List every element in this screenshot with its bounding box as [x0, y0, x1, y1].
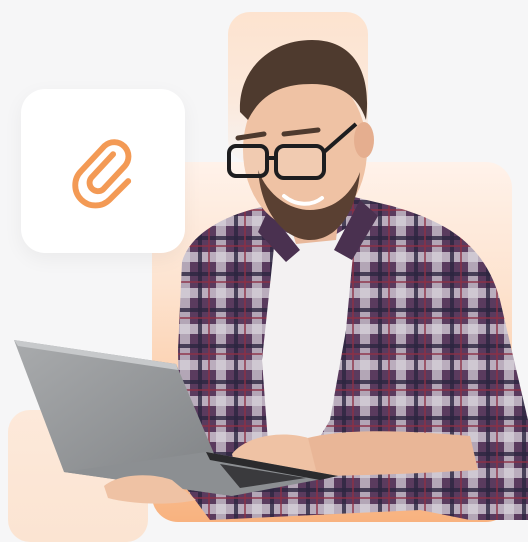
hero-illustration	[0, 0, 528, 542]
person-with-laptop-photo	[14, 40, 528, 520]
